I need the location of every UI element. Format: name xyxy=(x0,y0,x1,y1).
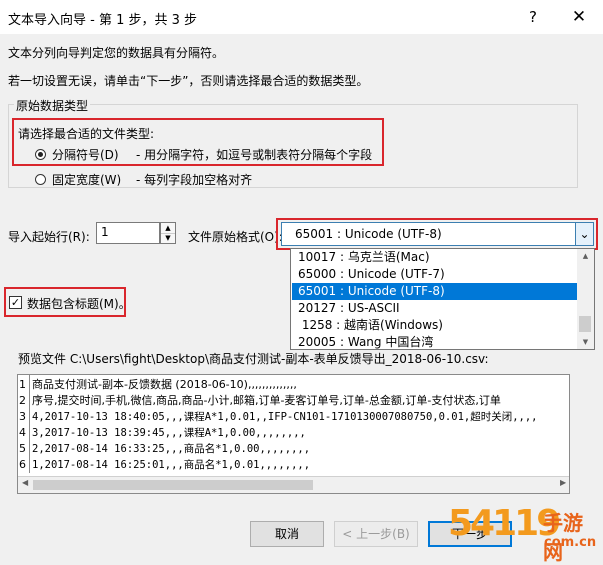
preview-line-number: 3 xyxy=(19,410,26,423)
dropdown-option[interactable]: 20127 : US-ASCII xyxy=(292,300,579,317)
start-row-input[interactable]: 1 xyxy=(96,222,160,244)
radio-fixed-width[interactable] xyxy=(35,174,46,185)
window-title: 文本导入向导 - 第 1 步，共 3 步 xyxy=(8,13,198,28)
dropdown-option[interactable]: 1258 : 越南语(Windows) xyxy=(292,317,579,334)
preview-row: 3,2017-10-13 18:39:45,,,课程A*1,0.00,,,,,,… xyxy=(32,427,306,439)
dropdown-scroll-thumb[interactable] xyxy=(579,316,591,332)
data-type-legend: 原始数据类型 xyxy=(14,97,91,114)
preview-scroll-thumb[interactable] xyxy=(33,480,313,490)
watermark-small-2: com.cn xyxy=(544,535,597,550)
file-origin-dropdown: 10017 : 乌克兰语(Mac) 65000 : Unicode (UTF-7… xyxy=(290,248,595,350)
spin-down-icon[interactable]: ▼ xyxy=(161,233,175,243)
scroll-right-icon[interactable]: ▶ xyxy=(560,478,566,487)
file-origin-label: 文件原始格式(O): xyxy=(188,230,283,244)
intro-text-2: 若一切设置无误，请单击“下一步”，否则请选择最合适的数据类型。 xyxy=(8,74,369,88)
watermark-big: 54119 xyxy=(448,503,561,544)
watermark-logo: 54119 手游网 com.cn xyxy=(448,503,600,564)
scroll-left-icon[interactable]: ◀ xyxy=(22,478,28,487)
preview-row: 4,2017-10-13 18:40:05,,,课程A*1,0.01,,IFP-… xyxy=(32,411,538,423)
preview-line-number: 6 xyxy=(19,458,26,471)
preview-line-number: 5 xyxy=(19,442,26,455)
highlight-box-file-origin xyxy=(276,218,598,250)
highlight-box-file-type xyxy=(12,118,384,166)
dropdown-option[interactable]: 20005 : Wang 中国台湾 xyxy=(292,334,579,349)
back-button[interactable]: < 上一步(B) xyxy=(334,521,418,547)
dropdown-scrollbar[interactable] xyxy=(577,249,594,349)
radio-fixed-width-description: - 每列字段加空格对齐 xyxy=(136,173,253,187)
start-row-label: 导入起始行(R): xyxy=(8,230,90,244)
help-button[interactable]: ? xyxy=(522,6,544,28)
radio-fixed-width-label[interactable]: 固定宽度(W) xyxy=(52,171,121,188)
preview-row: 2,2017-08-14 16:33:25,,,商品名*1,0.00,,,,,,… xyxy=(32,443,311,455)
preview-row: 商品支付测试-副本-反馈数据 (2018-06-10),,,,,,,,,,,,,… xyxy=(32,378,297,391)
preview-file-label: 预览文件 C:\Users\fight\Desktop\商品支付测试-副本-表单… xyxy=(18,352,489,366)
scroll-down-icon[interactable]: ▼ xyxy=(577,335,594,349)
dropdown-option[interactable]: 65000 : Unicode (UTF-7) xyxy=(292,266,579,283)
close-button[interactable]: ✕ xyxy=(566,5,592,29)
scroll-up-icon[interactable]: ▲ xyxy=(577,249,594,263)
preview-line-number: 4 xyxy=(19,426,26,439)
preview-line-number: 2 xyxy=(19,394,26,407)
dropdown-option[interactable]: 10017 : 乌克兰语(Mac) xyxy=(292,249,579,266)
preview-row: 序号,提交时间,手机,微信,商品,商品-小计,邮箱,订单-麦客订单号,订单-总金… xyxy=(32,394,501,407)
dropdown-option-selected[interactable]: 65001 : Unicode (UTF-8) xyxy=(292,283,579,300)
preview-row: 1,2017-08-14 16:25:01,,,商品名*1,0.01,,,,,,… xyxy=(32,459,311,471)
intro-text-1: 文本分列向导判定您的数据具有分隔符。 xyxy=(8,46,225,60)
highlight-box-header xyxy=(4,287,126,317)
preview-line-numbers: 1 2 3 4 5 6 xyxy=(18,375,30,473)
cancel-button[interactable]: 取消 xyxy=(250,521,324,547)
preview-line-number: 1 xyxy=(19,378,26,391)
start-row-spinner[interactable]: ▲ ▼ xyxy=(160,222,176,244)
